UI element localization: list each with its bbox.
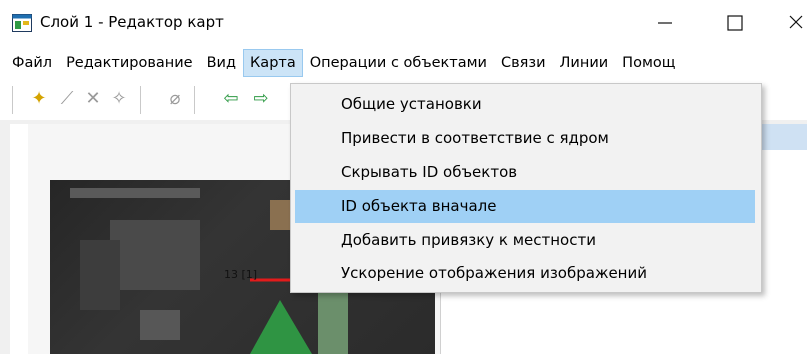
close-button[interactable] bbox=[780, 10, 807, 36]
toolbar-separator bbox=[194, 86, 195, 114]
menu-lines[interactable]: Линии bbox=[554, 50, 615, 76]
menu-map[interactable]: Карта bbox=[243, 49, 303, 77]
undo-icon[interactable]: ⇦ bbox=[218, 86, 244, 112]
menu-file[interactable]: Файл bbox=[6, 50, 58, 76]
menu-links[interactable]: Связи bbox=[495, 50, 552, 76]
minimize-button[interactable] bbox=[646, 10, 686, 36]
menu-help[interactable]: Помощ bbox=[616, 50, 681, 76]
tool-icon[interactable]: ✧ bbox=[106, 86, 132, 112]
add-point-icon[interactable]: ✦ bbox=[26, 86, 52, 112]
menu-item-sync-with-core[interactable]: Привести в соответствие с ядром bbox=[295, 122, 755, 155]
redo-icon[interactable]: ⇨ bbox=[248, 86, 274, 112]
delete-icon[interactable]: ✕ bbox=[80, 86, 106, 112]
menu-view[interactable]: Вид bbox=[201, 50, 242, 76]
draw-line-icon[interactable]: ⟋ bbox=[54, 86, 80, 112]
eraser-icon[interactable]: ⌀ bbox=[162, 86, 188, 112]
menu-item-hide-object-ids[interactable]: Скрывать ID объектов bbox=[295, 156, 755, 189]
menu-object-operations[interactable]: Операции с объектами bbox=[304, 50, 493, 76]
app-icon bbox=[12, 14, 32, 32]
map-object-label: 13 [1] bbox=[224, 268, 258, 281]
menu-item-add-geo-reference[interactable]: Добавить привязку к местности bbox=[295, 224, 755, 257]
maximize-button[interactable] bbox=[716, 10, 756, 36]
menu-item-speed-up-image-display[interactable]: Ускорение отображения изображений bbox=[295, 257, 755, 290]
right-panel-header bbox=[760, 124, 807, 150]
map-dropdown-menu: Общие установки Привести в соответствие … bbox=[290, 83, 762, 293]
menu-bar: Файл Редактирование Вид Карта Операции с… bbox=[0, 49, 807, 77]
toolbar-separator bbox=[12, 86, 13, 114]
window-title: Слой 1 - Редактор карт bbox=[40, 13, 224, 31]
menu-item-general-settings[interactable]: Общие установки bbox=[295, 88, 755, 121]
menu-item-object-id-first[interactable]: ID объекта вначале bbox=[295, 190, 755, 223]
canvas-gutter bbox=[10, 124, 29, 354]
toolbar-separator bbox=[140, 86, 141, 114]
menu-edit[interactable]: Редактирование bbox=[60, 50, 199, 76]
